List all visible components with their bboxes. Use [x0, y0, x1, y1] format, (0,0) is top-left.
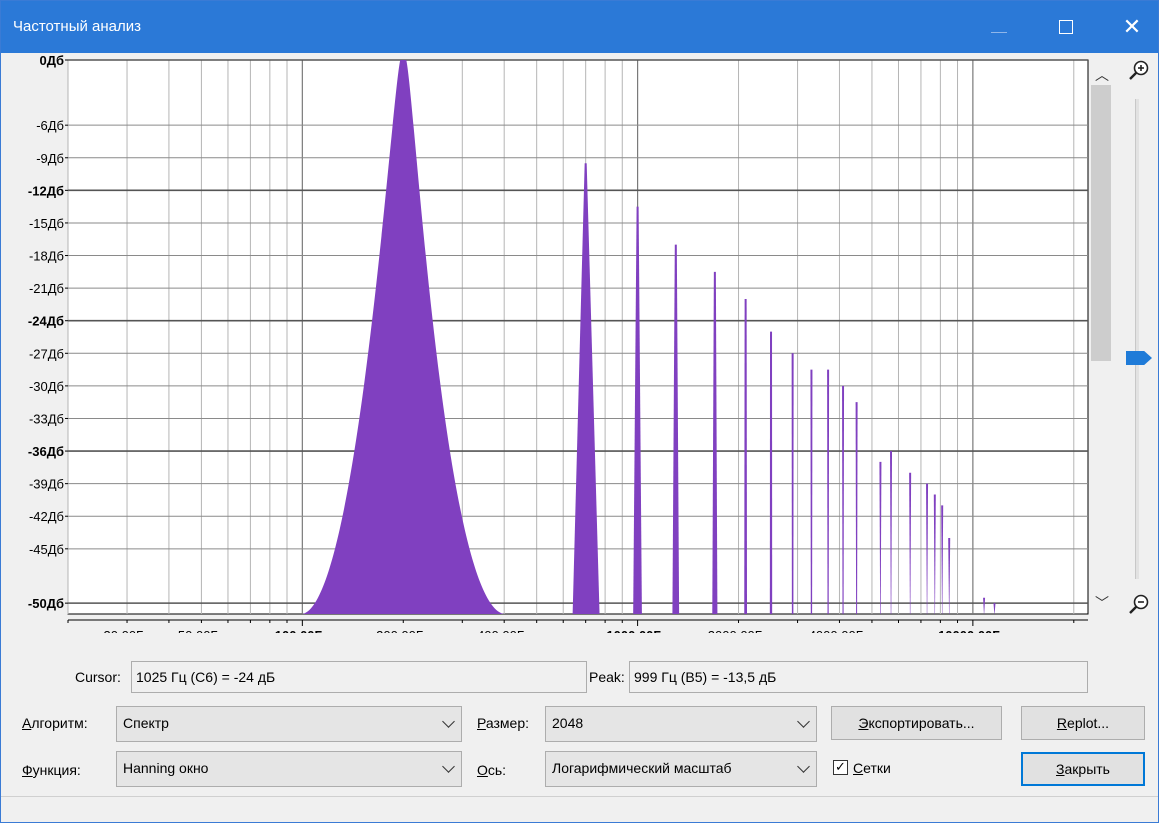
y-tick-label: -18Дб — [29, 249, 64, 264]
y-tick-label: -33Дб — [29, 411, 64, 426]
y-tick-label: -50Дб — [28, 596, 64, 611]
scrollbar-thumb[interactable] — [1091, 85, 1111, 361]
scroll-up-arrow-icon[interactable]: ︿ — [1095, 65, 1109, 85]
y-tick-label: -6Дб — [36, 118, 64, 133]
chevron-down-icon — [442, 715, 455, 728]
spectrum-peak — [769, 331, 773, 614]
y-tick-label: -45Дб — [29, 542, 64, 557]
algorithm-label: Алгоритм: — [22, 715, 88, 731]
zoom-in-icon[interactable] — [1127, 59, 1151, 83]
cursor-readout: 1025 Гц (C6) = -24 дБ — [131, 661, 587, 693]
maximize-button[interactable] — [1042, 1, 1088, 53]
zoom-slider-track[interactable] — [1135, 99, 1139, 579]
close-window-button[interactable]: ✕ — [1109, 1, 1155, 53]
chevron-down-icon — [797, 760, 810, 773]
function-select[interactable]: Hanning окно — [116, 751, 462, 787]
title-bar: Частотный анализ ✕ — [1, 1, 1158, 53]
axis-select[interactable]: Логарифмический масштаб — [545, 751, 817, 787]
y-tick-label: -27Дб — [29, 346, 64, 361]
cursor-label: Cursor: — [75, 669, 121, 685]
axis-label: Ось: — [477, 762, 507, 778]
scroll-down-arrow-icon[interactable]: ﹀ — [1095, 593, 1109, 613]
x-tick-label: 200,00Гц — [376, 628, 431, 633]
spectrum-plot[interactable]: 0Дб -6Дб -9Дб -12Дб -15Дб -18Дб -21Дб -24Дб -27Д… — [1, 53, 1159, 633]
x-tick-label: 1000,00Гц — [606, 628, 668, 633]
x-tick-label: 4000,00Гц — [809, 628, 871, 633]
replot-button[interactable]: Replot... — [1021, 706, 1145, 740]
algorithm-value: Спектр — [123, 715, 169, 731]
y-tick-label: -30Дб — [29, 379, 64, 394]
x-tick-label: 30,00Гц — [104, 628, 152, 633]
y-tick-label: 0Дб — [39, 53, 64, 68]
function-value: Hanning окно — [123, 760, 209, 776]
chevron-down-icon — [797, 715, 810, 728]
function-label: Функция: — [22, 762, 81, 778]
export-button[interactable]: Экспортировать... — [831, 706, 1002, 740]
window-title: Частотный анализ — [13, 18, 142, 35]
y-tick-label: -42Дб — [29, 509, 64, 524]
x-tick-label: 100,00Гц — [275, 628, 330, 633]
grid-checkbox-label[interactable]: Сетки — [853, 760, 891, 776]
y-tick-label: -9Дб — [36, 151, 64, 166]
close-button[interactable]: Закрыть — [1021, 752, 1145, 786]
x-tick-label: 2000,00Гц — [708, 628, 770, 633]
size-label: Размер: — [477, 715, 530, 731]
y-tick-label: -15Дб — [29, 216, 64, 231]
minimize-button[interactable] — [976, 1, 1022, 53]
y-tick-label: -12Дб — [28, 183, 64, 198]
x-tick-label: 400,00Гц — [477, 628, 532, 633]
x-tick-label: 50,00Гц — [178, 628, 226, 633]
y-tick-label: -39Дб — [29, 477, 64, 492]
y-tick-label: -24Дб — [28, 314, 64, 329]
zoom-out-icon[interactable] — [1127, 593, 1151, 617]
spectrum-peak — [791, 353, 794, 614]
y-tick-label: -21Дб — [29, 281, 64, 296]
frequency-analysis-window: Частотный анализ ✕ 0Дб -6Дб -9Дб -12Дб -15Дб… — [0, 0, 1159, 823]
peak-readout: 999 Гц (B5) = -13,5 дБ — [629, 661, 1088, 693]
size-select[interactable]: 2048 — [545, 706, 817, 742]
status-bar-divider — [1, 796, 1158, 797]
grid-checkbox[interactable]: ✓ — [833, 760, 848, 775]
chevron-down-icon — [442, 760, 455, 773]
algorithm-select[interactable]: Спектр — [116, 706, 462, 742]
spectrum-peak — [810, 369, 813, 614]
peak-label: Peak: — [589, 669, 625, 685]
axis-value: Логарифмический масштаб — [552, 760, 732, 776]
size-value: 2048 — [552, 715, 584, 731]
spectrum-peak — [744, 298, 748, 614]
x-tick-label: 10000,00Гц — [938, 628, 1008, 633]
y-tick-label: -36Дб — [28, 444, 64, 459]
